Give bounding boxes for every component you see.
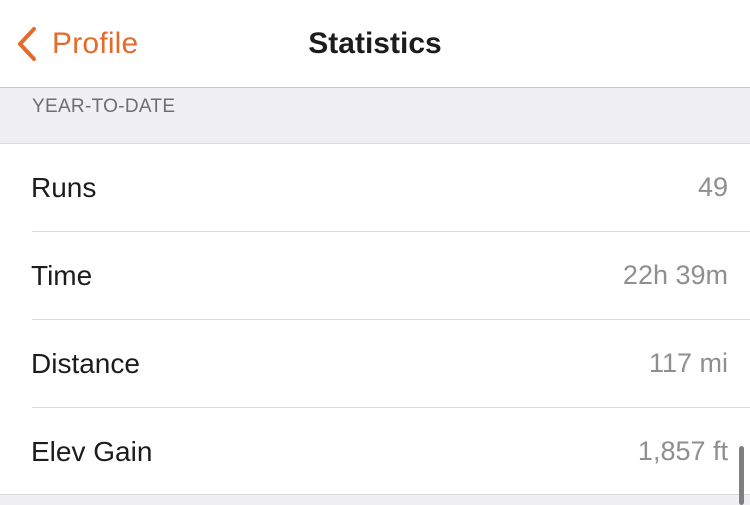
section-header: YEAR-TO-DATE xyxy=(0,88,750,144)
statistics-screen: Profile Statistics YEAR-TO-DATE Runs 49 … xyxy=(0,0,750,505)
page-title: Statistics xyxy=(308,27,442,60)
stat-row-time: Time 22h 39m xyxy=(0,232,750,320)
stat-value: 49 xyxy=(697,172,728,202)
stat-label: Elev Gain xyxy=(31,436,153,467)
section-title: YEAR-TO-DATE xyxy=(32,96,176,117)
stat-row-elev-gain: Elev Gain 1,857 ft xyxy=(0,408,750,496)
stat-label: Runs xyxy=(31,172,97,203)
stat-row-runs: Runs 49 xyxy=(0,144,750,232)
navigation-bar: Profile Statistics xyxy=(0,0,750,88)
stat-value: 117 mi xyxy=(648,348,728,378)
stats-list: Runs 49 Time 22h 39m Distance 117 mi Ele… xyxy=(0,144,750,496)
scroll-indicator[interactable] xyxy=(739,446,744,505)
stat-value: 22h 39m xyxy=(622,260,728,290)
section-footer xyxy=(0,494,750,505)
stat-label: Time xyxy=(31,260,93,291)
stat-label: Distance xyxy=(31,348,140,379)
stat-value: 1,857 ft xyxy=(637,436,728,466)
stat-row-distance: Distance 117 mi xyxy=(0,320,750,408)
